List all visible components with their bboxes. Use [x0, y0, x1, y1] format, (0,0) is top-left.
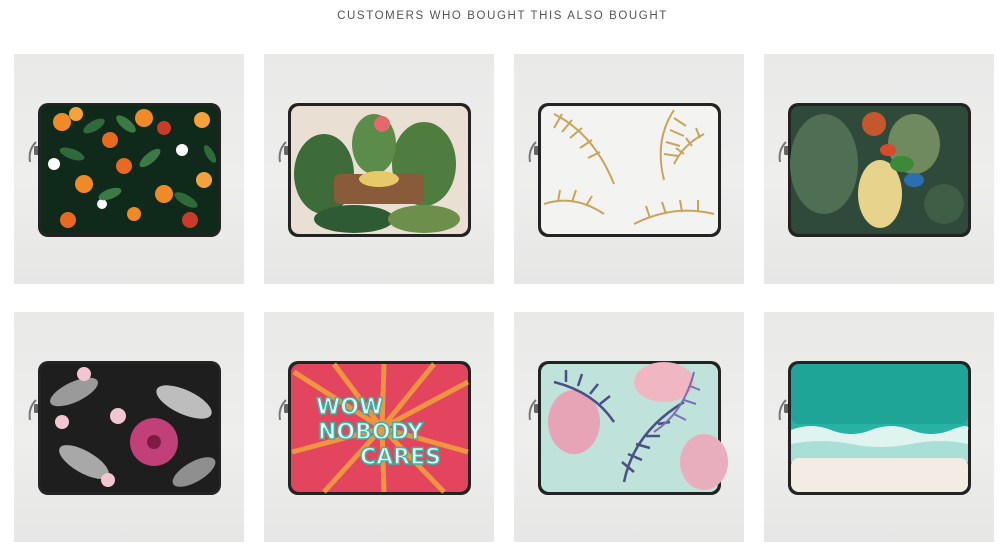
- laptop-sleeve-image: [778, 361, 971, 495]
- laptop-sleeve-image: [528, 103, 721, 237]
- product-card[interactable]: WOW NOBODY CARES: [264, 312, 494, 542]
- laptop-sleeve-image: WOW NOBODY CARES: [278, 361, 471, 495]
- sleeve-text-line: CARES: [360, 445, 441, 470]
- product-card[interactable]: [764, 312, 994, 542]
- laptop-sleeve-image: [528, 361, 728, 495]
- product-card[interactable]: [514, 312, 744, 542]
- laptop-sleeve-image: [278, 103, 471, 237]
- product-card[interactable]: [264, 54, 494, 284]
- product-card[interactable]: [764, 54, 994, 284]
- sleeve-text-line: NOBODY: [318, 420, 424, 445]
- laptop-sleeve-image: [28, 361, 221, 495]
- sleeve-text-line: WOW: [316, 395, 383, 420]
- laptop-sleeve-image: [28, 103, 221, 237]
- laptop-sleeve-image: [778, 103, 971, 237]
- product-grid: WOW NOBODY CARES: [14, 54, 994, 542]
- product-card[interactable]: [14, 312, 244, 542]
- section-title: CUSTOMERS WHO BOUGHT THIS ALSO BOUGHT: [337, 10, 668, 22]
- product-card[interactable]: [514, 54, 744, 284]
- product-card[interactable]: [14, 54, 244, 284]
